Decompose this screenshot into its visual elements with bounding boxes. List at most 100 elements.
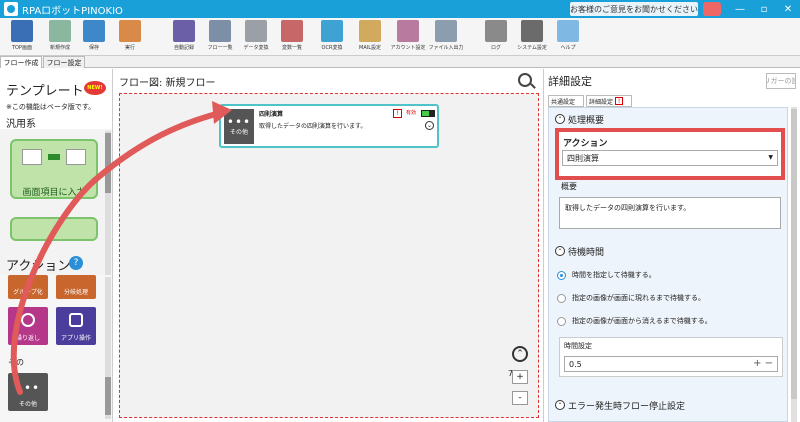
window-icon xyxy=(69,313,83,327)
toolbar-icon xyxy=(209,20,231,42)
action-tile-branch[interactable]: 分岐処理 xyxy=(56,275,96,299)
action-highlight: アクション 四則演算 ▼ xyxy=(555,128,785,180)
section-wait[interactable]: ⌃ 待機時間 xyxy=(551,244,787,258)
minimize-button[interactable]: — xyxy=(728,0,752,18)
toolbar-icon xyxy=(245,20,267,42)
toolbar-button-5[interactable]: フロー一覧 xyxy=(202,20,238,54)
template-scroll-thumb[interactable] xyxy=(105,133,111,193)
toolbar-icon xyxy=(11,20,33,42)
flow-canvas[interactable]: ••• その他 四則演算 取得したデータの四則演算を行います。 ! 有効 ⌄ ⌃… xyxy=(119,93,539,418)
toolbar-button-11[interactable]: ファイル入出力 xyxy=(428,20,464,54)
radio-button[interactable] xyxy=(557,293,566,303)
toolbar-icon xyxy=(397,20,419,42)
radio-wait-appear[interactable]: 指定の画像が画面に現れるまで待機する。 xyxy=(557,291,785,305)
section-error-stop[interactable]: ⌃ エラー発生時フロー停止設定 xyxy=(551,398,787,412)
toolbar-button-6[interactable]: データ変換 xyxy=(238,20,274,54)
radio-button[interactable] xyxy=(557,316,566,326)
node-enable-toggle[interactable] xyxy=(421,110,435,117)
time-label: 時間設定 xyxy=(564,342,592,350)
zoom-in-button[interactable]: + xyxy=(512,370,528,384)
toolbar-button-8[interactable]: OCR変換 xyxy=(314,20,350,54)
stepper-icon[interactable]: + − xyxy=(753,358,773,369)
action-title: アクション xyxy=(6,259,71,274)
action-tile-group[interactable]: グループ化 xyxy=(8,275,48,299)
detail-title: 詳細設定 xyxy=(548,75,592,88)
toolbar-button-0[interactable]: TOP画面 xyxy=(4,20,40,54)
toolbar-icon xyxy=(83,20,105,42)
toolbar-icon xyxy=(173,20,195,42)
action-scrollbar[interactable] xyxy=(105,277,111,419)
toolbar-label: 保存 xyxy=(88,45,99,51)
left-panel: テンプレート NEW! ※この機能はベータ版です。 汎用系 画面項目に入力 アク… xyxy=(0,69,113,422)
template-title: テンプレート xyxy=(6,84,84,99)
feedback-button[interactable]: お客様のご意見をお聞かせください xyxy=(570,2,698,16)
other-icon: ••• その他 xyxy=(224,109,254,144)
app-icon xyxy=(4,2,18,16)
action-list: グループ化 分岐処理 繰り返し アプリ操作 その ••• その他 xyxy=(0,275,112,422)
toolbar-icon xyxy=(321,20,343,42)
toolbar-button-3[interactable]: 実行 xyxy=(112,20,148,54)
toolbar-icon xyxy=(49,20,71,42)
toolbar-button-2[interactable]: 保存 xyxy=(76,20,112,54)
new-badge: NEW! xyxy=(84,81,106,95)
radio-wait-disappear[interactable]: 指定の画像が画面から消えるまで待機する。 xyxy=(557,314,785,328)
section-other-label: その xyxy=(8,358,24,367)
tab-flow-create[interactable]: フロー作成 xyxy=(0,56,42,68)
warning-icon: ! xyxy=(615,97,624,105)
toolbar-label: 変数一覧 xyxy=(281,45,302,51)
section-overview[interactable]: ⌃ 処理概要 xyxy=(551,112,787,126)
toolbar-button-10[interactable]: アカウント設定 xyxy=(390,20,426,54)
toolbar-button-12[interactable]: ログ xyxy=(478,20,514,54)
trigger-settings-button[interactable]: トリガーの設定 xyxy=(766,73,796,89)
node-title: 四則演算 xyxy=(259,111,284,118)
maximize-button[interactable]: ▫ xyxy=(752,0,776,18)
overview-textarea[interactable]: 取得したデータの四則演算を行います。 xyxy=(559,197,781,229)
time-input[interactable]: 0.5 + − xyxy=(564,356,778,372)
node-enabled-label: 有効 xyxy=(406,110,417,116)
zoom-out-button[interactable]: - xyxy=(512,391,528,405)
tab-common-settings[interactable]: 共通設定 xyxy=(548,95,584,107)
toolbar-button-14[interactable]: ヘルプ xyxy=(550,20,586,54)
toolbar-label: MAIL設定 xyxy=(359,45,381,51)
toolbar-icon xyxy=(119,20,141,42)
template-card-input[interactable]: 画面項目に入力 xyxy=(10,139,98,199)
template-category: 汎用系 xyxy=(6,119,36,130)
warning-icon: ! xyxy=(393,109,402,118)
dropdown-arrow-icon: ▼ xyxy=(768,154,773,161)
keyboard-icon xyxy=(66,149,86,165)
toolbar-label: TOP画面 xyxy=(11,45,32,51)
close-button[interactable]: ✕ xyxy=(776,0,800,18)
toolbar-icon xyxy=(359,20,381,42)
action-select[interactable]: 四則演算 ▼ xyxy=(562,150,778,166)
template-card-second[interactable] xyxy=(10,217,98,241)
action-scroll-thumb[interactable] xyxy=(105,377,111,415)
toolbar-button-1[interactable]: 新規作成 xyxy=(42,20,78,54)
toolbar-icon xyxy=(521,20,543,42)
toolbar-button-9[interactable]: MAIL設定 xyxy=(352,20,388,54)
action-tile-app[interactable]: アプリ操作 xyxy=(56,307,96,345)
action-tile-loop[interactable]: 繰り返し xyxy=(8,307,48,345)
tab-detail-settings[interactable]: 詳細設定! xyxy=(586,95,632,107)
toolbar-button-4[interactable]: 自動記録 xyxy=(166,20,202,54)
detail-scroll-thumb[interactable] xyxy=(791,109,797,399)
chevron-up-icon[interactable]: ⌃ xyxy=(512,346,528,362)
toolbar-button-7[interactable]: 変数一覧 xyxy=(274,20,310,54)
search-icon[interactable] xyxy=(518,73,532,87)
node-description: 取得したデータの四則演算を行います。 xyxy=(259,123,367,130)
chevron-down-icon[interactable]: ⌄ xyxy=(425,121,434,130)
detail-scrollbar[interactable] xyxy=(791,107,797,422)
radio-button[interactable] xyxy=(557,270,566,280)
radio-wait-time[interactable]: 時間を指定して待機する。 xyxy=(557,268,785,282)
toolbar-button-13[interactable]: システム設定 xyxy=(514,20,550,54)
title-bar: RPAロボットPINOKIO お客様のご意見をお聞かせください — ▫ ✕ xyxy=(0,0,800,18)
flow-node[interactable]: ••• その他 四則演算 取得したデータの四則演算を行います。 ! 有効 ⌄ xyxy=(219,104,439,148)
thumbs-down-icon[interactable] xyxy=(703,2,721,16)
toolbar-label: OCR変換 xyxy=(321,45,343,51)
tab-flow-settings[interactable]: フロー設定 xyxy=(43,56,85,68)
toolbar-label: データ変換 xyxy=(243,45,269,51)
help-icon[interactable]: ? xyxy=(69,256,83,270)
action-tile-other[interactable]: ••• その他 xyxy=(8,373,48,411)
flow-title: フロー図: 新規フロー xyxy=(119,78,216,89)
chevron-up-icon: ⌃ xyxy=(555,246,565,256)
chevron-up-icon: ⌃ xyxy=(555,400,565,410)
